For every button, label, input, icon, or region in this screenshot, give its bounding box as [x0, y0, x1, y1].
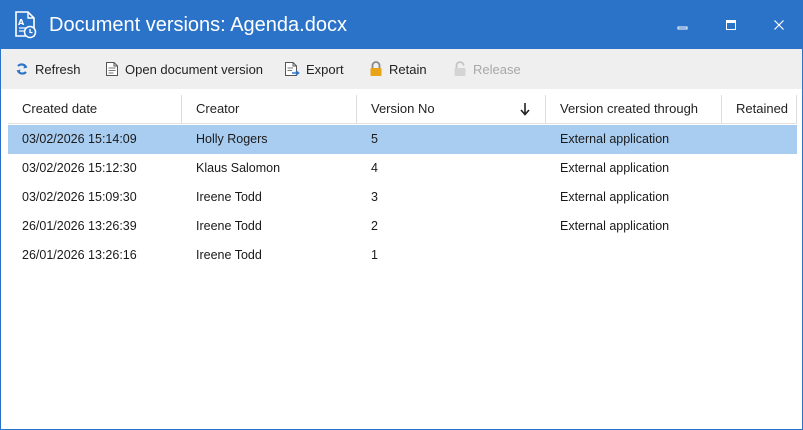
open-document-version-button[interactable]: Open document version [105, 49, 263, 89]
cell-version-no: 5 [371, 132, 378, 146]
cell-created-date: 26/01/2026 13:26:16 [22, 248, 137, 262]
document-versions-window: A Document versions: Agenda.docx Refresh… [0, 0, 803, 430]
document-versions-icon: A [13, 11, 37, 39]
cell-version-created-through: External application [560, 132, 670, 146]
refresh-icon [16, 63, 28, 75]
table-row[interactable]: 03/02/2026 15:09:30 Ireene Todd 3 Extern… [8, 183, 797, 212]
maximize-button[interactable] [707, 1, 755, 49]
release-label: Release [473, 61, 521, 77]
cell-creator: Ireene Todd [196, 219, 262, 233]
refresh-label: Refresh [35, 61, 81, 77]
column-header-creator[interactable]: Creator [182, 95, 357, 123]
column-header-retained[interactable]: Retained [722, 95, 797, 123]
table-row[interactable]: 26/01/2026 13:26:16 Ireene Todd 1 [8, 241, 797, 270]
cell-created-date: 26/01/2026 13:26:39 [22, 219, 137, 233]
cell-retained [722, 125, 736, 154]
cell-creator: Klaus Salomon [196, 161, 281, 175]
column-header-created-date[interactable]: Created date [8, 95, 182, 123]
refresh-button[interactable]: Refresh [15, 49, 81, 89]
export-icon [285, 62, 300, 76]
cell-version-created-through [546, 241, 560, 270]
column-header-version-created-through[interactable]: Version created through [546, 95, 722, 123]
cell-creator: Holly Rogers [196, 132, 268, 146]
export-label: Export [306, 61, 344, 77]
cell-retained [722, 154, 736, 183]
cell-retained [722, 241, 736, 270]
open-document-version-label: Open document version [125, 61, 264, 77]
release-button[interactable]: Release [453, 49, 521, 89]
lock-icon [370, 61, 382, 76]
sort-descending-icon [520, 102, 530, 121]
retain-button[interactable]: Retain [369, 49, 427, 89]
window-title: Document versions: Agenda.docx [49, 14, 347, 36]
export-button[interactable]: Export [284, 49, 344, 89]
cell-created-date: 03/02/2026 15:12:30 [22, 161, 137, 175]
column-header-version-no[interactable]: Version No [357, 95, 546, 123]
table-row[interactable]: 03/02/2026 15:12:30 Klaus Salomon 4 Exte… [8, 154, 797, 183]
cell-version-no: 3 [371, 190, 378, 204]
cell-version-no: 4 [371, 161, 378, 175]
toolbar: Refresh Open document version Export Ret… [1, 49, 802, 89]
cell-creator: Ireene Todd [196, 190, 262, 204]
cell-creator: Ireene Todd [196, 248, 262, 262]
cell-version-no: 2 [371, 219, 378, 233]
version-table-body: 03/02/2026 15:14:09 Holly Rogers 5 Exter… [8, 125, 797, 270]
maximize-icon [726, 20, 736, 30]
table-row[interactable]: 26/01/2026 13:26:39 Ireene Todd 2 Extern… [8, 212, 797, 241]
cell-version-created-through: External application [560, 219, 670, 233]
table-header: Created date Creator Version No Version … [8, 95, 797, 124]
cell-retained [722, 212, 736, 241]
close-button[interactable] [755, 1, 802, 49]
document-icon [106, 62, 118, 76]
svg-text:A: A [18, 18, 25, 27]
retain-label: Retain [389, 61, 427, 77]
unlock-icon [454, 61, 466, 76]
cell-version-no: 1 [371, 248, 378, 262]
close-icon [774, 20, 784, 30]
minimize-button[interactable] [659, 1, 707, 49]
title-bar[interactable]: A Document versions: Agenda.docx [1, 1, 802, 49]
table-row[interactable]: 03/02/2026 15:14:09 Holly Rogers 5 Exter… [8, 125, 797, 154]
cell-version-created-through: External application [560, 190, 670, 204]
cell-created-date: 03/02/2026 15:14:09 [22, 132, 137, 146]
cell-created-date: 03/02/2026 15:09:30 [22, 190, 137, 204]
cell-version-created-through: External application [560, 161, 670, 175]
cell-retained [722, 183, 736, 212]
minimize-icon [677, 26, 688, 30]
